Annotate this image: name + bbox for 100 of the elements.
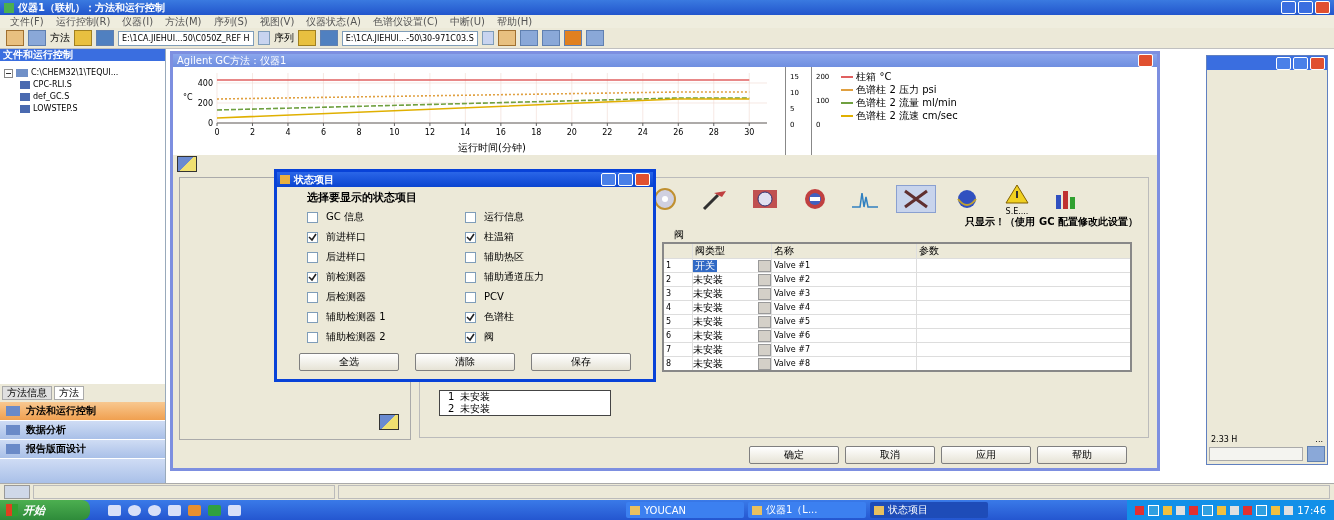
config-tab[interactable]: S.E.... — [998, 181, 1036, 217]
panel-tab[interactable]: 方法信息 — [2, 386, 52, 400]
tray-icon[interactable] — [1256, 504, 1268, 516]
panel-tab[interactable]: 方法 — [54, 386, 84, 400]
legend-label: 色谱柱 2 流量 ml/min — [856, 97, 957, 109]
checkbox[interactable] — [465, 291, 476, 303]
checkbox[interactable] — [307, 251, 318, 263]
checkbox[interactable] — [307, 231, 318, 243]
taskbar-button[interactable]: 状态项目 — [870, 502, 988, 518]
checkbox[interactable] — [465, 251, 476, 263]
menu-item[interactable]: 仪器状态(A) — [300, 15, 367, 28]
menu-item[interactable]: 运行控制(R) — [49, 15, 117, 28]
type-dropdown[interactable]: 未安装 — [693, 343, 771, 356]
type-dropdown[interactable]: 未安装 — [693, 329, 771, 342]
checkbox-label: 阀 — [484, 331, 494, 343]
table-cell: Valve #6 — [771, 328, 917, 343]
navigation-button[interactable]: 数据分析 — [0, 421, 165, 440]
panel-title: 文件和运行控制 — [0, 49, 165, 61]
checkbox[interactable] — [307, 291, 318, 303]
legend-label: 色谱柱 2 流速 cm/sec — [856, 110, 958, 122]
checkbox-label: 前检测器 — [326, 271, 366, 283]
checkbox-label: 辅助检测器 1 — [326, 311, 386, 323]
menu-item[interactable]: 帮助(H) — [490, 15, 539, 28]
x-tick-label: 18 — [531, 128, 542, 137]
legend-label: 色谱柱 2 压力 psi — [856, 84, 937, 96]
method-path-field[interactable]: E:\1CA.JIEHUI...50\C050Z_REF H — [118, 30, 254, 46]
checkbox[interactable] — [307, 331, 318, 343]
table-header: 阀类型 — [692, 243, 772, 259]
tray-icon[interactable] — [1202, 504, 1214, 516]
table-cell: Valve #5 — [771, 314, 917, 329]
type-dropdown[interactable]: 未安装 — [693, 273, 771, 286]
dialog-button[interactable]: 帮助 — [1037, 446, 1127, 464]
menu-item[interactable]: 序列(S) — [207, 15, 254, 28]
maximize-button[interactable] — [1293, 57, 1308, 70]
table-cell: Valve #1 — [771, 258, 917, 273]
close-button[interactable] — [1138, 54, 1153, 67]
close-button[interactable] — [1310, 57, 1325, 70]
table-cell: 8 — [663, 356, 693, 371]
checkbox-label: 柱温箱 — [484, 231, 514, 243]
dialog-title: 状态项目 — [294, 173, 334, 186]
type-dropdown[interactable]: 未安装 — [693, 315, 771, 328]
type-dropdown[interactable]: 未安装 — [693, 287, 771, 300]
checkbox[interactable] — [465, 231, 476, 243]
minimize-button[interactable] — [1281, 1, 1296, 14]
maximize-button[interactable] — [1298, 1, 1313, 14]
dialog-button[interactable]: 取消 — [845, 446, 935, 464]
dialog-button[interactable]: 清除 — [415, 353, 515, 371]
table-cell: 4 — [663, 300, 693, 315]
table-cell: Valve #7 — [771, 342, 917, 357]
tree-toggle-icon[interactable] — [4, 68, 13, 78]
menu-item[interactable]: 文件(F) — [4, 15, 50, 28]
tray-icon[interactable] — [1148, 504, 1160, 516]
type-dropdown[interactable]: 开关 — [693, 259, 771, 272]
type-dropdown[interactable]: 未安装 — [693, 357, 771, 370]
dialog-button[interactable]: 应用 — [941, 446, 1031, 464]
sequence-path-field[interactable]: E:\1CA.JIEHUI...-50\30-971C03.S — [341, 30, 478, 46]
menu-item[interactable]: 中断(U) — [443, 15, 491, 28]
dialog-button[interactable]: 确定 — [749, 446, 839, 464]
edit-icon[interactable] — [379, 414, 399, 430]
type-dropdown[interactable]: 未安装 — [693, 301, 771, 314]
checkbox[interactable] — [465, 211, 476, 223]
navigation-button[interactable]: 报告版面设计 — [0, 440, 165, 459]
dialog-button[interactable]: 全选 — [299, 353, 399, 371]
checkbox-label: GC 信息 — [326, 211, 364, 223]
x-tick-label: 22 — [602, 128, 613, 137]
table-header: 名称 — [771, 243, 917, 259]
tree-item[interactable]: LOWSTEP.S — [33, 104, 78, 114]
checkbox[interactable] — [465, 311, 476, 323]
checkbox-label: 前进样口 — [326, 231, 366, 243]
taskbar-button[interactable]: 仪器1（L... — [748, 502, 866, 518]
menu-item[interactable]: 方法(M) — [159, 15, 208, 28]
minimize-button[interactable] — [601, 173, 616, 186]
edit-icon[interactable] — [177, 156, 197, 172]
taskbar-button[interactable]: YOUCAN — [626, 502, 744, 518]
x-tick-label: 28 — [708, 128, 719, 137]
section-label: 阀 — [674, 228, 684, 242]
checkbox[interactable] — [307, 211, 318, 223]
x-tick-label: 0 — [214, 128, 220, 137]
close-button[interactable] — [1315, 1, 1330, 14]
x-tick-label: 24 — [637, 128, 648, 137]
dialog-button[interactable]: 保存 — [531, 353, 631, 371]
checkbox[interactable] — [465, 271, 476, 283]
navigation-button[interactable]: 方法和运行控制 — [0, 402, 165, 421]
menu-item[interactable]: 色谱仪设置(C) — [367, 15, 444, 28]
checkbox[interactable] — [307, 311, 318, 323]
scroll-bar[interactable] — [1209, 447, 1303, 461]
close-button[interactable] — [635, 173, 650, 186]
checkbox-label: 辅助通道压力 — [484, 271, 544, 283]
config-tab[interactable] — [896, 185, 936, 213]
tree-item[interactable]: CPC-RLI.S — [33, 80, 72, 90]
menu-item[interactable]: 视图(V) — [253, 15, 301, 28]
menu-item[interactable]: 仪器(I) — [116, 15, 160, 28]
maximize-button[interactable] — [618, 173, 633, 186]
tree-item[interactable]: def_GC.S — [33, 92, 70, 102]
table-cell: Valve #4 — [771, 300, 917, 315]
minimize-button[interactable] — [1276, 57, 1291, 70]
checkbox[interactable] — [465, 331, 476, 343]
checkbox-label: 后进样口 — [326, 251, 366, 263]
tree-item[interactable]: C:\CHEM32\1\TEQUI... — [31, 68, 119, 78]
checkbox[interactable] — [307, 271, 318, 283]
